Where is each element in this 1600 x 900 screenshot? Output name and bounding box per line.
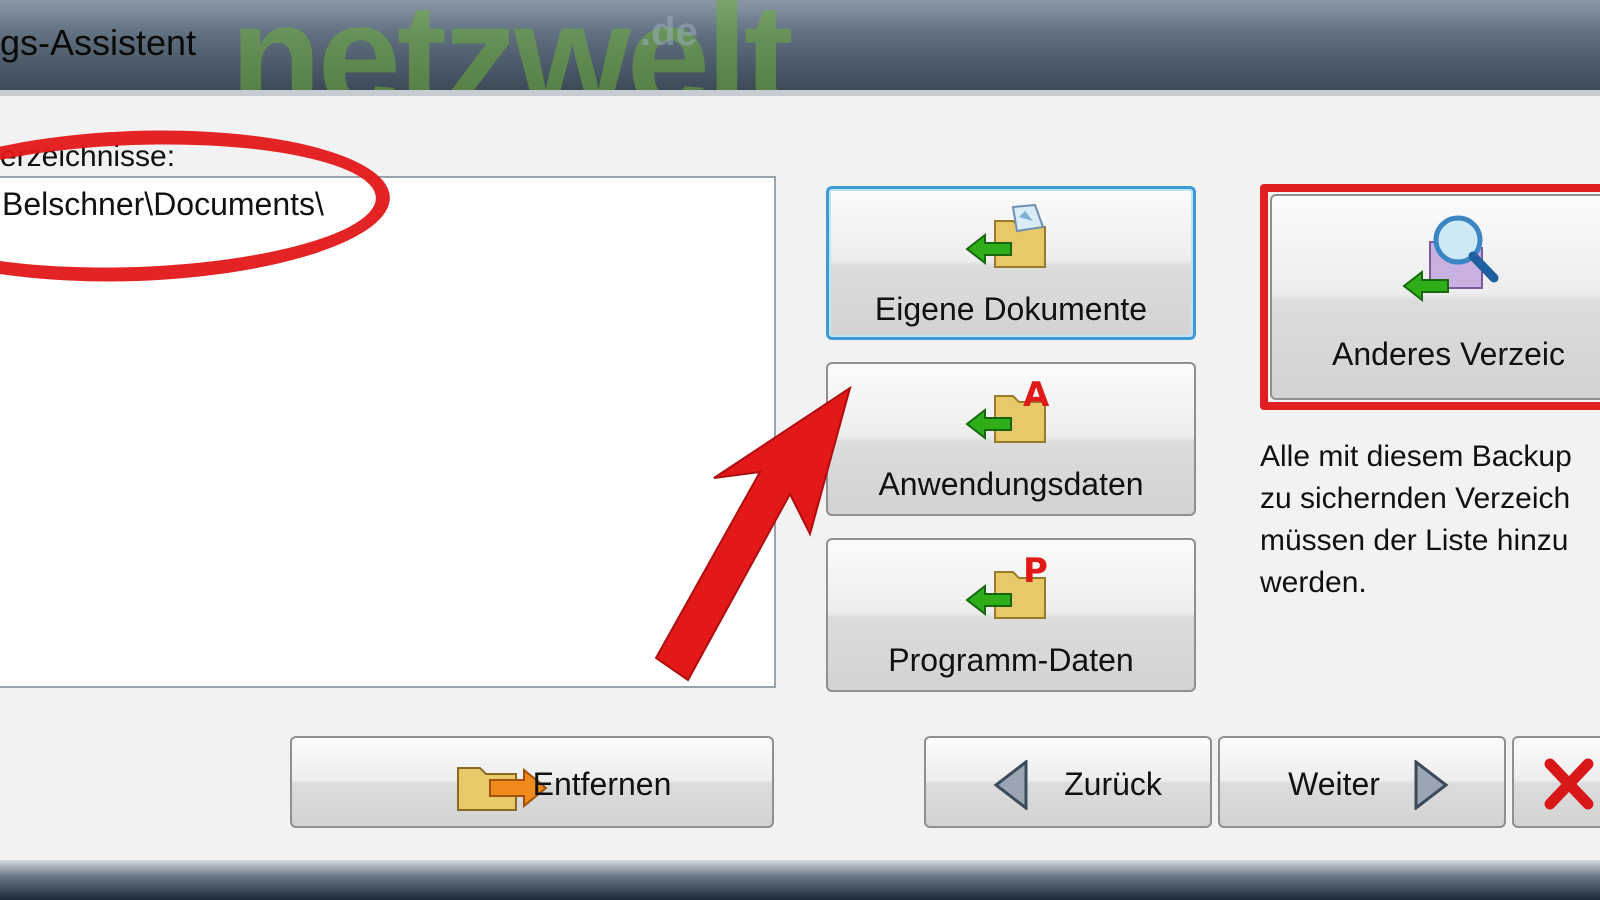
- title-bar: netzwelt .de gs-Assistent: [0, 0, 1600, 90]
- program-data-label: Programm-Daten: [888, 642, 1134, 678]
- app-data-label: Anwendungsdaten: [878, 466, 1144, 502]
- info-text: Alle mit diesem Backup zu sichernden Ver…: [1260, 440, 1572, 599]
- next-label: Weiter: [1288, 766, 1380, 802]
- my-documents-button[interactable]: Eigene Dokumente: [826, 186, 1196, 340]
- remove-button[interactable]: Entfernen: [290, 736, 774, 828]
- svg-text:P: P: [1023, 552, 1048, 591]
- window-bottom-edge: [0, 860, 1600, 900]
- annotation-arrow-icon: [654, 385, 852, 682]
- next-button[interactable]: Weiter: [1218, 736, 1506, 828]
- app-data-button[interactable]: A Anwendungsdaten: [826, 362, 1196, 516]
- highlight-rectangle: [1260, 184, 1600, 410]
- svg-text:A: A: [1023, 376, 1050, 415]
- program-data-folder-icon: P: [963, 551, 1059, 632]
- wizard-body: erzeichnisse: Belschner\Documents\ Eigen…: [0, 90, 1600, 866]
- window-title: gs-Assistent: [0, 22, 197, 63]
- app-data-folder-icon: A: [963, 375, 1059, 456]
- program-data-button[interactable]: P Programm-Daten: [826, 538, 1196, 692]
- cancel-button[interactable]: [1512, 736, 1600, 828]
- documents-folder-icon: [963, 201, 1059, 281]
- remove-label: Entfernen: [532, 766, 672, 802]
- my-documents-label: Eigene Dokumente: [874, 291, 1148, 327]
- watermark-logo-suffix: .de: [640, 10, 698, 54]
- watermark-logo: netzwelt: [230, 0, 794, 90]
- close-icon: [1544, 758, 1594, 818]
- triangle-right-icon: [1410, 758, 1450, 818]
